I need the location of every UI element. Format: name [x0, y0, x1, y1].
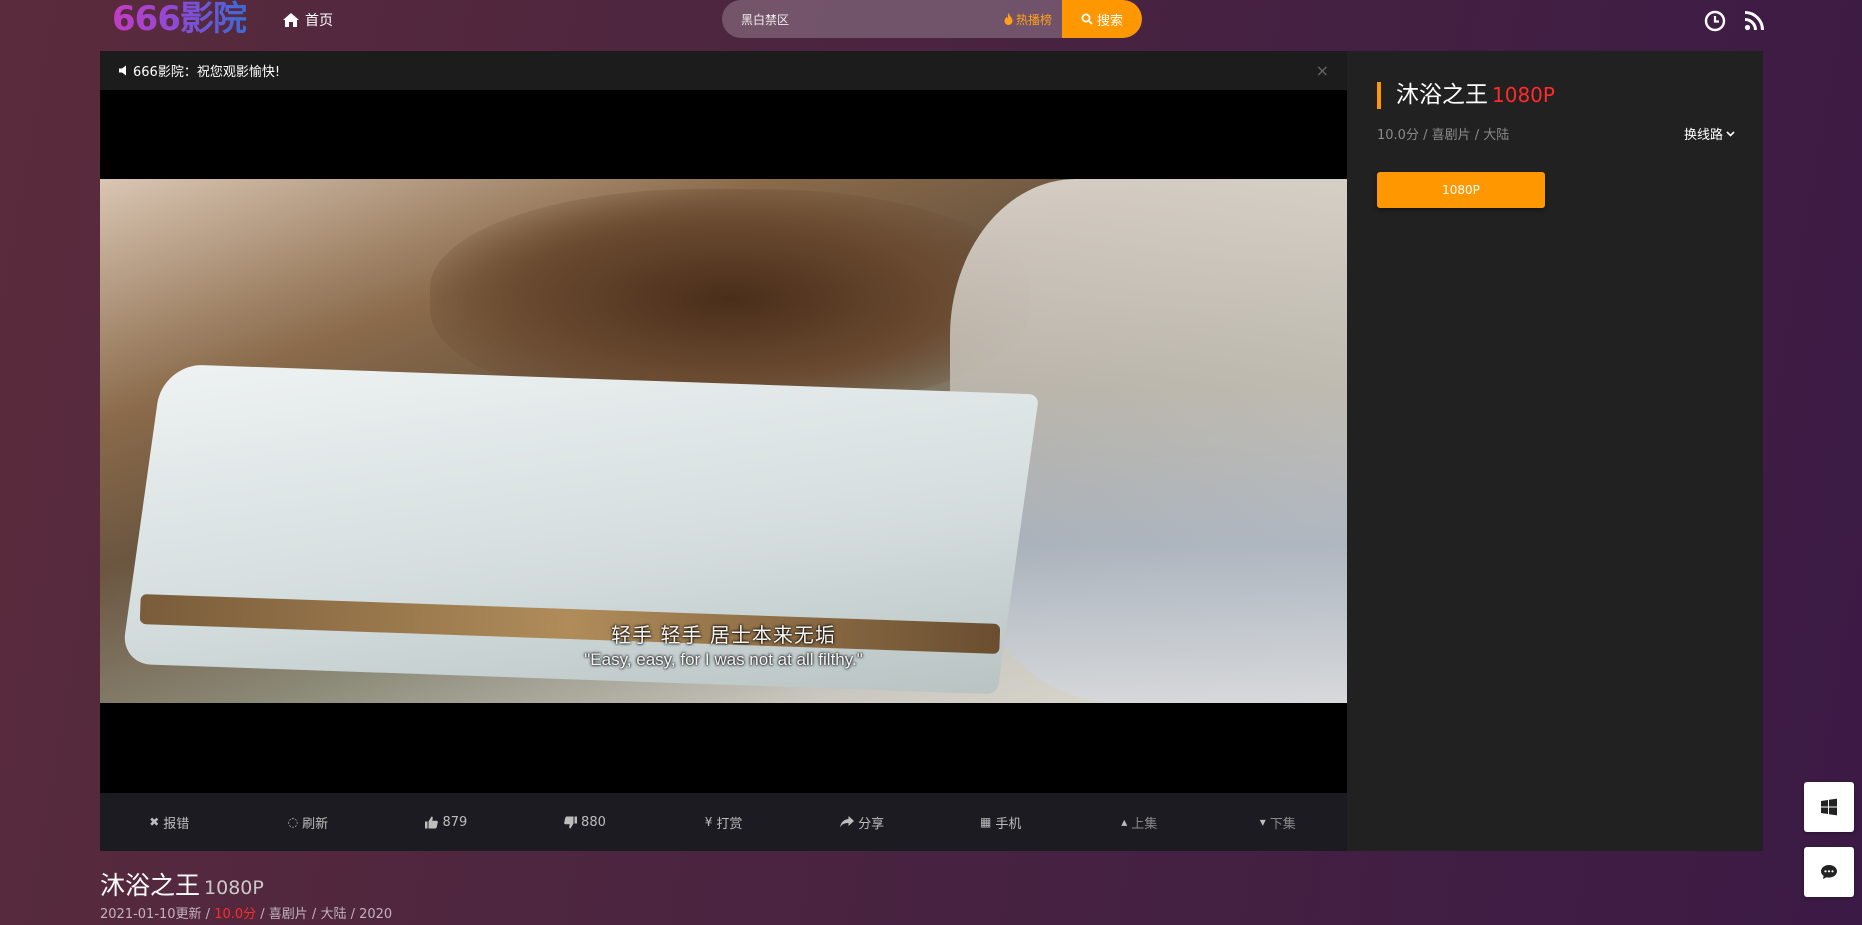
home-icon — [283, 13, 299, 27]
playlist-sidebar: 沐浴之王 1080P 10.0分 / 喜剧片 / 大陆 换线路 1080P — [1347, 51, 1763, 851]
subtitles: 轻手 轻手 居士本来无垢 "Easy, easy, for I was not … — [100, 619, 1347, 670]
notice-close-button[interactable]: × — [1316, 61, 1329, 80]
subtitle-english: "Easy, easy, for I was not at all filthy… — [584, 650, 863, 669]
share-button[interactable]: 分享 — [793, 813, 932, 832]
qrcode-icon: ▦ — [979, 815, 992, 829]
video-title: 沐浴之王 1080P — [100, 866, 264, 902]
reward-button[interactable]: ¥ 打赏 — [654, 813, 793, 832]
chat-icon — [1821, 865, 1837, 879]
prev-episode-label: 上集 — [1131, 816, 1158, 832]
search-input[interactable] — [722, 0, 982, 38]
spinner-icon: ◌ — [287, 815, 299, 829]
video-meta: 2021-01-10更新 / 10.0分 / 喜剧片 / 大陆 / 2020 — [100, 903, 392, 922]
dislike-button[interactable]: 880 — [516, 815, 655, 830]
notice-text: 666影院：祝您观影愉快! — [133, 65, 281, 80]
close-icon: ✖ — [149, 815, 160, 829]
nav-home[interactable]: 首页 — [282, 10, 333, 30]
search-bar: 热播榜 搜索 — [722, 0, 1142, 38]
windows-app-button[interactable] — [1804, 782, 1854, 832]
refresh-button[interactable]: ◌ 刷新 — [239, 813, 378, 832]
share-icon — [840, 816, 855, 828]
caret-down-icon: ▾ — [1259, 815, 1266, 829]
rss-icon[interactable] — [1743, 10, 1765, 32]
caret-up-icon: ▴ — [1121, 815, 1128, 829]
video-quality: 1080P — [204, 877, 264, 899]
search-button[interactable]: 搜索 — [1062, 0, 1142, 38]
video-frame: 轻手 轻手 居士本来无垢 "Easy, easy, for I was not … — [100, 179, 1347, 703]
history-icon[interactable] — [1704, 10, 1726, 32]
hot-list-link[interactable]: 热播榜 — [1004, 11, 1052, 28]
next-episode-label: 下集 — [1269, 816, 1296, 832]
subtitle-chinese: 轻手 轻手 居士本来无垢 — [611, 623, 836, 647]
switch-source-label: 换线路 — [1683, 128, 1723, 143]
episode-button-1080p[interactable]: 1080P — [1377, 172, 1545, 208]
video-meta-rest: / 喜剧片 / 大陆 / 2020 — [256, 907, 393, 922]
next-episode-button[interactable]: ▾ 下集 — [1209, 813, 1348, 832]
report-button[interactable]: ✖ 报错 — [100, 813, 239, 832]
nav-home-label: 首页 — [305, 13, 333, 29]
chevron-down-icon — [1726, 131, 1735, 137]
video-score: 10.0分 — [214, 907, 257, 922]
site-logo[interactable]: 666影院 — [112, 0, 247, 38]
notice-bar: 666影院：祝您观影愉快! × — [100, 51, 1347, 90]
report-label: 报错 — [163, 816, 190, 832]
sidebar-meta: 10.0分 / 喜剧片 / 大陆 — [1377, 128, 1510, 143]
thumbs-down-icon — [564, 816, 578, 828]
video-title-text: 沐浴之王 — [100, 871, 201, 900]
like-button[interactable]: 879 — [377, 815, 516, 830]
chat-button[interactable] — [1804, 847, 1854, 897]
video-area[interactable]: 轻手 轻手 居士本来无垢 "Easy, easy, for I was not … — [100, 90, 1347, 793]
search-icon — [1081, 13, 1093, 25]
sidebar-title-text: 沐浴之王 — [1396, 82, 1488, 108]
windows-icon — [1821, 798, 1837, 816]
sidebar-title: 沐浴之王 1080P — [1377, 82, 1555, 109]
like-count: 879 — [442, 814, 468, 830]
thumbs-up-icon — [425, 816, 439, 828]
search-button-label: 搜索 — [1096, 13, 1123, 29]
player-toolbar: ✖ 报错 ◌ 刷新 879 880 ¥ 打赏 分享 ▦ 手机 ▴ 上集 ▾ 下集 — [100, 793, 1347, 851]
mobile-label: 手机 — [995, 816, 1022, 832]
mobile-button[interactable]: ▦ 手机 — [931, 813, 1070, 832]
speaker-icon — [119, 65, 126, 76]
sidebar-quality: 1080P — [1492, 83, 1555, 107]
refresh-label: 刷新 — [302, 816, 329, 832]
yen-icon: ¥ — [704, 815, 713, 829]
prev-episode-button[interactable]: ▴ 上集 — [1070, 813, 1209, 832]
video-player: 666影院：祝您观影愉快! × 轻手 轻手 居士本来无垢 "Easy, easy… — [100, 51, 1347, 851]
switch-source-dropdown[interactable]: 换线路 — [1684, 124, 1735, 143]
reward-label: 打赏 — [716, 816, 743, 832]
flame-icon — [1004, 13, 1013, 25]
video-updated: 2021-01-10更新 / — [100, 907, 215, 922]
hot-list-label: 热播榜 — [1015, 12, 1052, 27]
share-label: 分享 — [858, 816, 885, 832]
site-header: 666影院 首页 热播榜 搜索 — [0, 0, 1862, 40]
dislike-count: 880 — [581, 814, 606, 830]
